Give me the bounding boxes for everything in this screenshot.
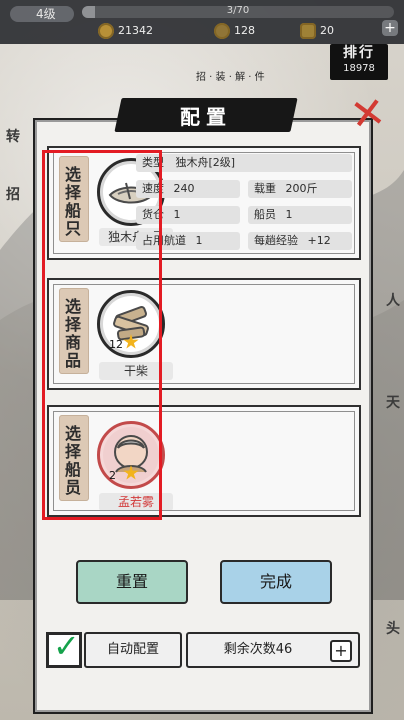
add-attempts-button[interactable]: + — [330, 640, 352, 662]
done-button[interactable]: 完成 — [220, 560, 332, 604]
xp-text: 3/70 — [226, 6, 250, 16]
ship-type-value: 独木舟[2级] — [175, 156, 236, 169]
ship-route-exp-row: 占用航道 1 每趟经验 +12 — [136, 232, 352, 250]
modal-title: 配置 — [180, 105, 232, 129]
remaining-text: 剩余次数46 — [223, 642, 293, 657]
ship-type-row: 类型 独木舟[2级] — [136, 154, 352, 172]
reset-button[interactable]: 重置 — [76, 560, 188, 604]
add-currency-button[interactable]: + — [382, 20, 398, 36]
check-icon: ✓ — [53, 627, 80, 665]
ingots-value: 20 — [320, 24, 334, 37]
coin-icon — [98, 23, 114, 39]
remaining-attempts: 剩余次数46 + — [186, 632, 360, 668]
auto-config-label: 自动配置 — [106, 642, 159, 657]
left-side-char-2: 招 — [6, 187, 20, 203]
ship-cargo-crew-row: 货仓 1 船员 1 — [136, 206, 352, 224]
top-hud-bar: 4级 3/70 21342 128 20 + — [0, 0, 404, 44]
level-indicator: 4级 — [10, 6, 74, 22]
ship-load: 载重 200斤 — [248, 180, 352, 198]
highlight-selection-outline — [42, 150, 162, 520]
ranking-badge[interactable]: 排行 18978 — [330, 44, 388, 80]
xp-bar: 3/70 — [82, 6, 394, 18]
done-label: 完成 — [259, 572, 292, 591]
close-icon: ✕ — [347, 86, 389, 141]
rank-value: 18978 — [343, 63, 375, 74]
ingot-icon — [300, 23, 316, 39]
ingots-counter: 20 — [300, 22, 360, 40]
gems-value: 128 — [234, 24, 255, 37]
gems-counter: 128 — [214, 22, 284, 40]
level-text: 4级 — [36, 7, 56, 21]
close-button[interactable]: ✕ — [345, 86, 391, 141]
right-side-char-2: 天 — [386, 395, 400, 411]
ship-exp: 每趟经验 +12 — [248, 232, 352, 250]
auto-config-checkbox[interactable]: ✓ — [46, 627, 82, 668]
small-top-labels: 招 · 装 · 解 · 件 — [196, 68, 265, 83]
left-side-char-1: 转 — [6, 129, 20, 145]
reset-label: 重置 — [115, 572, 148, 591]
plus-icon: + — [334, 641, 348, 660]
coins-value: 21342 — [118, 24, 153, 37]
right-side-char-3: 头 — [386, 621, 400, 637]
ship-speed-load-row: 速度 240 载重 200斤 — [136, 180, 352, 198]
coins-counter: 21342 — [98, 22, 184, 40]
rank-title: 排行 — [343, 45, 375, 61]
auto-config-button[interactable]: 自动配置 — [84, 632, 182, 668]
ship-crew: 船员 1 — [248, 206, 352, 224]
small-labels-text: 招 · 装 · 解 · 件 — [196, 72, 265, 83]
right-side-char-1: 人 — [386, 293, 400, 309]
gem-icon — [214, 23, 230, 39]
